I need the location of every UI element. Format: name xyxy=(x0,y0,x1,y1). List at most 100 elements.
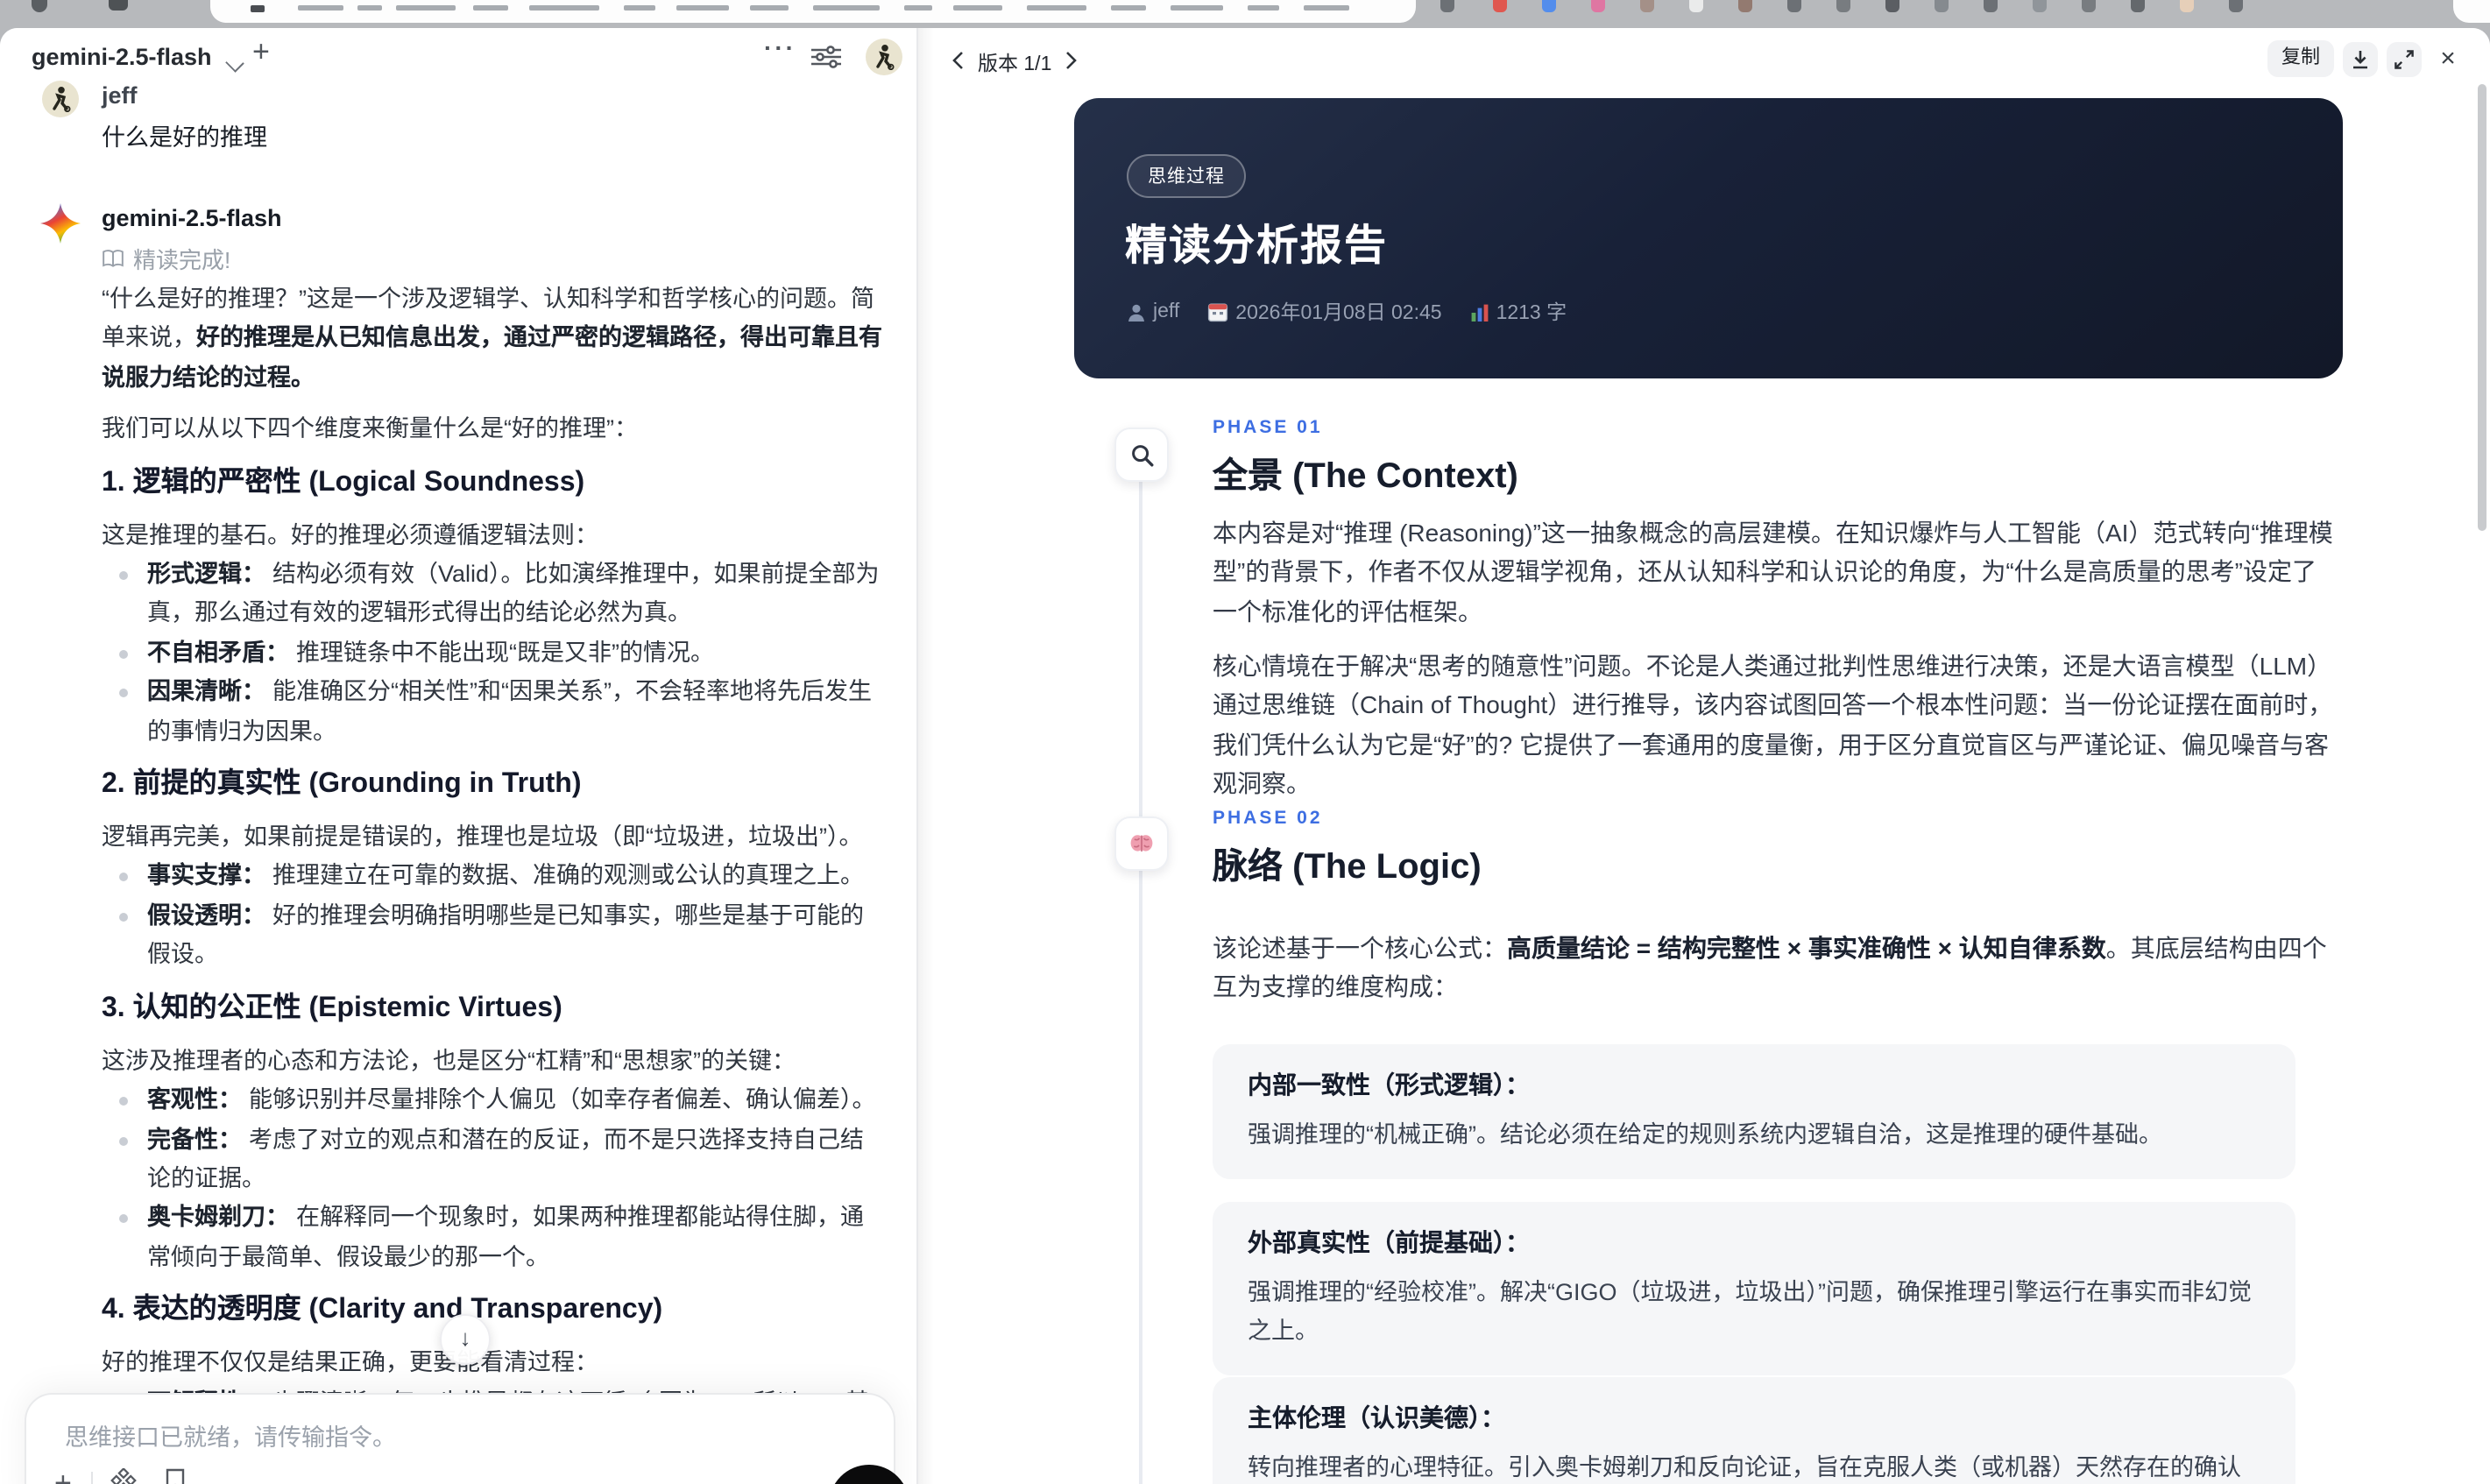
extension-icon-fragment xyxy=(1542,0,1556,12)
core-formula: 高质量结论 = 结构完整性 × 事实准确性 × 认知自律系数 xyxy=(1507,934,2106,962)
settings-sliders-icon[interactable] xyxy=(811,46,841,77)
scrollbar-thumb[interactable] xyxy=(2478,84,2486,531)
section-lead: 逻辑再完美，如果前提是错误的，推理也是垃圾（即“垃圾进，垃圾出”）。 xyxy=(102,823,863,851)
list-item: 完备性： 考虑了对立的观点和潜在的反证，而不是只选择支持自己结论的证据。 xyxy=(102,1120,885,1199)
phase2-heading: 脉络 (The Logic) xyxy=(1213,848,1482,887)
bar-chart-icon xyxy=(1471,303,1488,321)
panel-divider xyxy=(918,28,934,1484)
card-body: 强调推理的“经验校准”。解决“GIGO（垃圾进，垃圾出）”问题，确保推理引擎运行… xyxy=(1248,1279,2252,1344)
list-item: 奥卡姆剃刀： 在解释同一个现象时，如果两种推理都能站得住脚，通常倾向于最简单、假设… xyxy=(102,1199,885,1278)
user-avatar xyxy=(42,81,79,117)
chat-panel: gemini-2.5-flash + ··· jeff 什么是好的推理 gemi… xyxy=(0,28,918,1484)
report-author: jeff xyxy=(1127,301,1179,322)
section-lead: 好的推理不仅仅是结果正确，更要能看清过程： xyxy=(102,1349,598,1376)
phase1-paragraph: 核心情境在于解决“思考的随意性”问题。不论是人类通过批判性思维进行决策，还是大语… xyxy=(1213,652,2333,798)
user-message-author: jeff xyxy=(102,82,138,109)
section-lead: 这涉及推理者的心态和方法论，也是区分“杠精”和“思想家”的关键： xyxy=(102,1047,796,1074)
extension-icon-fragment xyxy=(2229,0,2243,12)
extension-icon-fragment xyxy=(1787,0,1801,12)
report-title: 精读分析报告 xyxy=(1125,223,1388,270)
user-avatar[interactable] xyxy=(866,39,902,75)
version-prev-button[interactable] xyxy=(951,47,964,79)
browser-tab-edge xyxy=(2453,0,2490,23)
phase1-paragraph: 本内容是对“推理 (Reasoning)”这一抽象概念的高层建模。在知识爆炸与人… xyxy=(1213,519,2333,625)
section-heading: 1. 逻辑的严密性 (Logical Soundness) xyxy=(102,467,585,498)
composer-placeholder: 思维接口已就绪，请传输指令。 xyxy=(65,1424,396,1451)
expand-icon xyxy=(2395,49,2414,68)
chevron-down-icon[interactable] xyxy=(225,53,244,73)
list-item: 事实支撑： 推理建立在可靠的数据、准确的观测或公认的真理之上。 xyxy=(102,858,885,897)
scroll-to-bottom-button[interactable]: ↓ xyxy=(440,1314,491,1365)
card-body: 转向推理者的心理特征。引入奥卡姆剃刀和反向论证，旨在克服人类（或机器）天然存在的… xyxy=(1248,1454,2241,1480)
bullet-list: 形式逻辑： 结构必须有效（Valid）。比如演绎推理中，如果前提全部为真，那么通过… xyxy=(102,555,885,752)
browser-icon-fragment xyxy=(32,0,47,12)
voice-input-button[interactable] xyxy=(829,1465,909,1484)
assistant-status-text: 精读完成! xyxy=(133,247,231,273)
extension-icon-fragment xyxy=(1935,0,1949,12)
download-button[interactable] xyxy=(2343,41,2378,76)
dimension-card: 外部真实性（前提基础）： 强调推理的“经验校准”。解决“GIGO（垃圾进，垃圾出… xyxy=(1213,1202,2295,1375)
arrow-down-icon: ↓ xyxy=(459,1325,471,1351)
intro-paragraph: “什么是好的推理？”这是一个涉及逻辑学、认知科学和哲学核心的问题。简单来说，好的… xyxy=(102,286,882,391)
bookmark-icon[interactable] xyxy=(165,1468,186,1484)
version-label: 版本 1/1 xyxy=(978,54,1052,75)
list-item: 因果清晰： 能准确区分“相关性”和“因果关系”，不会轻率地将先后发生的事情归为因果… xyxy=(102,674,885,753)
section-heading: 4. 表达的透明度 (Clarity and Transparency) xyxy=(102,1295,663,1325)
bullet-list: 客观性： 能够识别并尽量排除个人偏见（如幸存者偏差、确认偏差）。 完备性： 考虑了对… xyxy=(102,1081,885,1277)
phase1-heading: 全景 (The Context) xyxy=(1213,457,1518,496)
extension-icon-fragment xyxy=(1440,0,1454,12)
assistant-status: 精读完成! xyxy=(102,242,230,275)
browser-tab[interactable] xyxy=(210,0,1416,23)
conversation-title[interactable]: gemini-2.5-flash xyxy=(32,44,212,70)
message-composer[interactable]: 思维接口已就绪，请传输指令。 + xyxy=(25,1393,909,1484)
expand-button[interactable] xyxy=(2387,41,2422,76)
phase2-label: PHASE 02 xyxy=(1213,808,1323,829)
close-button[interactable]: × xyxy=(2430,41,2465,76)
report-badge: 思维过程 xyxy=(1127,154,1246,198)
person-icon xyxy=(1128,303,1144,321)
extension-icon-fragment xyxy=(1738,0,1752,12)
dimension-card: 主体伦理（认识美德）： 转向推理者的心理特征。引入奥卡姆剃刀和反向论证，旨在克服… xyxy=(1213,1377,2295,1484)
list-item: 客观性： 能够识别并尽量排除个人偏见（如幸存者偏差、确认偏差）。 xyxy=(102,1081,885,1120)
report-meta: jeff 2026年01月08日 02:45 1213 字 xyxy=(1127,298,1567,326)
list-item: 形式逻辑： 结构必须有效（Valid）。比如演绎推理中，如果前提全部为真，那么通过… xyxy=(102,555,885,634)
brain-icon xyxy=(1114,816,1169,871)
list-item: 不自相矛盾： 推理链条中不能出现“既是又非”的情况。 xyxy=(102,634,885,674)
dimension-card: 内部一致性（形式逻辑）： 强调推理的“机械正确”。结论必须在给定的规则系统内逻辑… xyxy=(1213,1044,2295,1179)
attach-plus-button[interactable]: + xyxy=(54,1468,72,1484)
phase-timeline xyxy=(1139,478,1142,1484)
assistant-message-author: gemini-2.5-flash xyxy=(102,205,282,231)
card-title: 内部一致性（形式逻辑）： xyxy=(1248,1071,1530,1099)
user-message-text: 什么是好的推理 xyxy=(102,124,267,151)
favicon-fragment xyxy=(251,5,265,12)
extension-icon-fragment xyxy=(1591,0,1605,12)
extension-icon-fragment xyxy=(1493,0,1507,12)
book-icon xyxy=(103,250,124,267)
browser-icon-fragment xyxy=(109,0,128,11)
report-datetime: 2026年01月08日 02:45 xyxy=(1207,298,1442,326)
report-header-card: 思维过程 精读分析报告 jeff 2026年01月08日 02:45 1213 … xyxy=(1074,98,2343,378)
extension-icon-fragment xyxy=(1885,0,1899,12)
assistant-message-body: “什么是好的推理？”这是一个涉及逻辑学、认知科学和哲学核心的问题。简单来说，好的… xyxy=(102,280,885,1462)
card-title: 外部真实性（前提基础）： xyxy=(1248,1228,1530,1256)
version-next-button[interactable] xyxy=(1065,47,1078,79)
section-lead: 这是推理的基石。好的推理必须遵循逻辑法则： xyxy=(102,521,598,548)
phase1-label: PHASE 01 xyxy=(1213,417,1323,438)
calendar-icon xyxy=(1208,303,1228,322)
extension-icon-fragment xyxy=(1640,0,1654,12)
extension-icon-fragment xyxy=(1836,0,1850,12)
screen: gemini-2.5-flash + ··· jeff 什么是好的推理 gemi… xyxy=(0,0,2490,1484)
extension-icon-fragment xyxy=(1984,0,1998,12)
gemini-star-icon xyxy=(40,203,81,244)
phase2-paragraph: 该论述基于一个核心公式：高质量结论 = 结构完整性 × 事实准确性 × 认知自律… xyxy=(1213,934,2327,1001)
download-icon xyxy=(2353,50,2367,68)
extension-icon-fragment xyxy=(2131,0,2145,12)
copy-button[interactable]: 复制 xyxy=(2267,40,2334,77)
new-chat-button[interactable]: + xyxy=(252,35,270,70)
section-heading: 2. 前提的真实性 (Grounding in Truth) xyxy=(102,769,582,800)
skills-diamond-icon[interactable] xyxy=(110,1466,137,1484)
more-menu-button[interactable]: ··· xyxy=(764,33,796,61)
report-word-count: 1213 字 xyxy=(1470,298,1567,326)
magnifier-icon xyxy=(1114,428,1169,482)
extension-icon-fragment xyxy=(1689,0,1703,12)
